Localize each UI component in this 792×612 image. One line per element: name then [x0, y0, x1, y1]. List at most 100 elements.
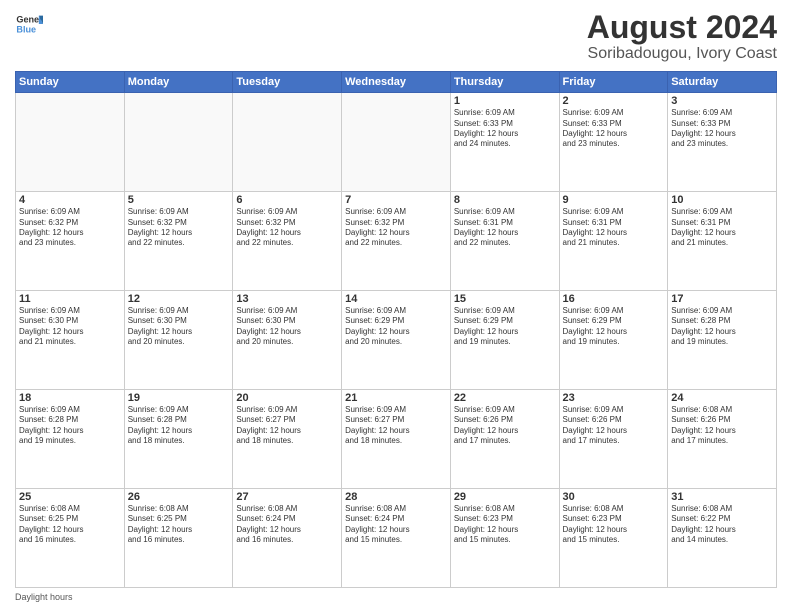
calendar-cell: 11Sunrise: 6:09 AM Sunset: 6:30 PM Dayli…: [16, 291, 125, 390]
day-number: 23: [563, 392, 665, 404]
day-number: 26: [128, 491, 230, 503]
day-number: 10: [671, 194, 773, 206]
calendar-cell: 10Sunrise: 6:09 AM Sunset: 6:31 PM Dayli…: [668, 192, 777, 291]
day-info: Sunrise: 6:09 AM Sunset: 6:30 PM Dayligh…: [236, 306, 338, 348]
day-number: 13: [236, 293, 338, 305]
calendar-cell: [233, 93, 342, 192]
day-info: Sunrise: 6:09 AM Sunset: 6:29 PM Dayligh…: [563, 306, 665, 348]
calendar-cell: 21Sunrise: 6:09 AM Sunset: 6:27 PM Dayli…: [342, 390, 451, 489]
calendar-cell: 20Sunrise: 6:09 AM Sunset: 6:27 PM Dayli…: [233, 390, 342, 489]
day-info: Sunrise: 6:09 AM Sunset: 6:28 PM Dayligh…: [128, 405, 230, 447]
day-info: Sunrise: 6:09 AM Sunset: 6:31 PM Dayligh…: [563, 207, 665, 249]
day-number: 8: [454, 194, 556, 206]
weekday-header-monday: Monday: [124, 72, 233, 93]
footer-note: Daylight hours: [15, 592, 777, 602]
logo-icon: General Blue: [15, 10, 43, 38]
day-info: Sunrise: 6:08 AM Sunset: 6:23 PM Dayligh…: [563, 504, 665, 546]
calendar-cell: 8Sunrise: 6:09 AM Sunset: 6:31 PM Daylig…: [450, 192, 559, 291]
logo: General Blue: [15, 10, 43, 38]
day-info: Sunrise: 6:09 AM Sunset: 6:33 PM Dayligh…: [671, 108, 773, 150]
day-number: 11: [19, 293, 121, 305]
weekday-header-thursday: Thursday: [450, 72, 559, 93]
day-info: Sunrise: 6:08 AM Sunset: 6:23 PM Dayligh…: [454, 504, 556, 546]
day-number: 17: [671, 293, 773, 305]
day-info: Sunrise: 6:09 AM Sunset: 6:28 PM Dayligh…: [671, 306, 773, 348]
day-info: Sunrise: 6:09 AM Sunset: 6:30 PM Dayligh…: [128, 306, 230, 348]
day-info: Sunrise: 6:09 AM Sunset: 6:32 PM Dayligh…: [236, 207, 338, 249]
day-info: Sunrise: 6:09 AM Sunset: 6:27 PM Dayligh…: [236, 405, 338, 447]
calendar-cell: 14Sunrise: 6:09 AM Sunset: 6:29 PM Dayli…: [342, 291, 451, 390]
day-info: Sunrise: 6:09 AM Sunset: 6:33 PM Dayligh…: [454, 108, 556, 150]
subtitle: Soribadougou, Ivory Coast: [587, 45, 777, 63]
day-info: Sunrise: 6:09 AM Sunset: 6:27 PM Dayligh…: [345, 405, 447, 447]
day-number: 7: [345, 194, 447, 206]
calendar-cell: 6Sunrise: 6:09 AM Sunset: 6:32 PM Daylig…: [233, 192, 342, 291]
calendar-cell: 7Sunrise: 6:09 AM Sunset: 6:32 PM Daylig…: [342, 192, 451, 291]
day-info: Sunrise: 6:09 AM Sunset: 6:31 PM Dayligh…: [454, 207, 556, 249]
day-number: 18: [19, 392, 121, 404]
calendar-cell: 24Sunrise: 6:08 AM Sunset: 6:26 PM Dayli…: [668, 390, 777, 489]
calendar-cell: 12Sunrise: 6:09 AM Sunset: 6:30 PM Dayli…: [124, 291, 233, 390]
calendar-cell: 2Sunrise: 6:09 AM Sunset: 6:33 PM Daylig…: [559, 93, 668, 192]
day-number: 29: [454, 491, 556, 503]
calendar-cell: [16, 93, 125, 192]
calendar-cell: 22Sunrise: 6:09 AM Sunset: 6:26 PM Dayli…: [450, 390, 559, 489]
calendar-cell: [342, 93, 451, 192]
day-info: Sunrise: 6:08 AM Sunset: 6:24 PM Dayligh…: [345, 504, 447, 546]
calendar-cell: 16Sunrise: 6:09 AM Sunset: 6:29 PM Dayli…: [559, 291, 668, 390]
calendar-cell: 3Sunrise: 6:09 AM Sunset: 6:33 PM Daylig…: [668, 93, 777, 192]
svg-text:Blue: Blue: [16, 24, 36, 34]
calendar-cell: 9Sunrise: 6:09 AM Sunset: 6:31 PM Daylig…: [559, 192, 668, 291]
day-info: Sunrise: 6:08 AM Sunset: 6:25 PM Dayligh…: [19, 504, 121, 546]
day-number: 6: [236, 194, 338, 206]
day-info: Sunrise: 6:09 AM Sunset: 6:26 PM Dayligh…: [454, 405, 556, 447]
day-number: 16: [563, 293, 665, 305]
calendar-cell: 27Sunrise: 6:08 AM Sunset: 6:24 PM Dayli…: [233, 489, 342, 588]
day-info: Sunrise: 6:09 AM Sunset: 6:29 PM Dayligh…: [345, 306, 447, 348]
calendar-cell: 17Sunrise: 6:09 AM Sunset: 6:28 PM Dayli…: [668, 291, 777, 390]
week-row-3: 11 Sunrise: 6:09 AM Sunset: 6:30 PM Dayli…: [16, 291, 777, 390]
calendar-cell: 28Sunrise: 6:08 AM Sunset: 6:24 PM Dayli…: [342, 489, 451, 588]
day-info: Sunrise: 6:09 AM Sunset: 6:29 PM Dayligh…: [454, 306, 556, 348]
day-info: Sunrise: 6:09 AM Sunset: 6:26 PM Dayligh…: [563, 405, 665, 447]
day-number: 4: [19, 194, 121, 206]
calendar-cell: 5Sunrise: 6:09 AM Sunset: 6:32 PM Daylig…: [124, 192, 233, 291]
calendar-cell: 13Sunrise: 6:09 AM Sunset: 6:30 PM Dayli…: [233, 291, 342, 390]
day-number: 3: [671, 95, 773, 107]
day-number: 24: [671, 392, 773, 404]
day-number: 21: [345, 392, 447, 404]
day-number: 31: [671, 491, 773, 503]
day-number: 27: [236, 491, 338, 503]
week-row-5: 25Sunrise: 6:08 AM Sunset: 6:25 PM Dayli…: [16, 489, 777, 588]
week-row-4: 18Sunrise: 6:09 AM Sunset: 6:28 PM Dayli…: [16, 390, 777, 489]
calendar-cell: 19Sunrise: 6:09 AM Sunset: 6:28 PM Dayli…: [124, 390, 233, 489]
day-info: Sunrise: 6:09 AM Sunset: 6:31 PM Dayligh…: [671, 207, 773, 249]
weekday-header-tuesday: Tuesday: [233, 72, 342, 93]
weekday-header-row: SundayMondayTuesdayWednesdayThursdayFrid…: [16, 72, 777, 93]
weekday-header-friday: Friday: [559, 72, 668, 93]
title-block: August 2024 Soribadougou, Ivory Coast: [587, 10, 777, 63]
day-number: 22: [454, 392, 556, 404]
day-number: 2: [563, 95, 665, 107]
calendar-table: SundayMondayTuesdayWednesdayThursdayFrid…: [15, 71, 777, 588]
calendar-cell: [124, 93, 233, 192]
day-number: 28: [345, 491, 447, 503]
calendar-cell: 18Sunrise: 6:09 AM Sunset: 6:28 PM Dayli…: [16, 390, 125, 489]
week-row-2: 4 Sunrise: 6:09 AM Sunset: 6:32 PM Daylig…: [16, 192, 777, 291]
calendar-cell: 29Sunrise: 6:08 AM Sunset: 6:23 PM Dayli…: [450, 489, 559, 588]
day-number: 5: [128, 194, 230, 206]
day-info: Sunrise: 6:09 AM Sunset: 6:32 PM Dayligh…: [345, 207, 447, 249]
day-number: 19: [128, 392, 230, 404]
day-number: 25: [19, 491, 121, 503]
calendar-cell: 4Sunrise: 6:09 AM Sunset: 6:32 PM Daylig…: [16, 192, 125, 291]
weekday-header-saturday: Saturday: [668, 72, 777, 93]
weekday-header-wednesday: Wednesday: [342, 72, 451, 93]
day-number: 14: [345, 293, 447, 305]
day-info: Sunrise: 6:09 AM Sunset: 6:28 PM Dayligh…: [19, 405, 121, 447]
page: General Blue August 2024 Soribadougou, I…: [0, 0, 792, 612]
day-number: 20: [236, 392, 338, 404]
header: General Blue August 2024 Soribadougou, I…: [15, 10, 777, 63]
day-number: 30: [563, 491, 665, 503]
day-info: Sunrise: 6:09 AM Sunset: 6:32 PM Dayligh…: [128, 207, 230, 249]
day-number: 12: [128, 293, 230, 305]
